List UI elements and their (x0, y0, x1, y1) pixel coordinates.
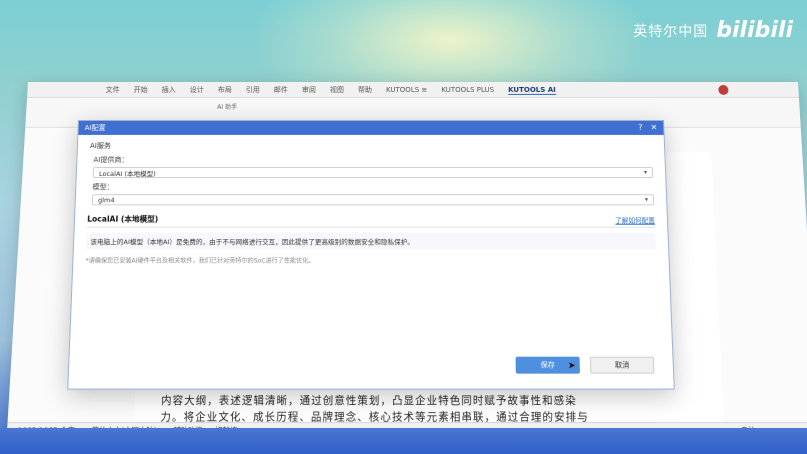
dialog-title: AI配置 (84, 123, 105, 133)
record-icon[interactable] (718, 85, 728, 95)
document-line: 内容大纲，表述逻辑清晰，通过创意性策划，凸显企业特色同时赋予故事性和感染 (161, 394, 750, 410)
help-icon[interactable]: ? (638, 123, 643, 132)
chevron-down-icon: ▾ (645, 196, 648, 203)
dialog-buttons: 保存 ➤ 取消 (516, 357, 655, 374)
provider-label: AI提供商： (93, 155, 652, 165)
tab-design[interactable]: 设计 (190, 85, 204, 95)
watermark-text: 英特尔中国 (633, 21, 708, 41)
bilibili-logo: bilibili (716, 18, 793, 43)
cancel-button[interactable]: 取消 (590, 357, 655, 374)
tab-references[interactable]: 引用 (246, 85, 260, 95)
group-label: AI服务 (90, 141, 652, 151)
tab-view[interactable]: 视图 (330, 85, 344, 95)
section-title: LocalAI (本地模型) (87, 213, 158, 224)
model-label: 模型： (92, 182, 653, 192)
tab-kutools-plus[interactable]: KUTOOLS PLUS (441, 86, 494, 94)
tab-mailings[interactable]: 邮件 (274, 85, 288, 95)
provider-select[interactable]: LocalAI (本地模型) ▾ (93, 167, 653, 178)
tab-kutools-ai[interactable]: KUTOOLS AI (508, 85, 556, 94)
tab-insert[interactable]: 插入 (161, 85, 175, 95)
ribbon-tabs: 文件 开始 插入 设计 布局 引用 邮件 审阅 视图 帮助 KUTOOLS ≡ … (105, 82, 556, 98)
tab-file[interactable]: 文件 (105, 85, 119, 95)
tab-kutools[interactable]: KUTOOLS ≡ (386, 86, 427, 94)
chevron-down-icon: ▾ (644, 169, 647, 176)
save-button[interactable]: 保存 ➤ (516, 357, 580, 374)
provider-value: LocalAI (本地模型) (99, 167, 156, 177)
watermark: 英特尔中国 bilibili (633, 18, 793, 43)
note-text: *请确保您已安装AI硬件平台及相关软件，我们已针对英特尔的SoC进行了性能优化。 (85, 255, 656, 264)
section-header: LocalAI (本地模型) 了解如何配置 (87, 213, 655, 227)
ribbon-group-label: AI 助手 (217, 102, 237, 111)
dialog-body: AI服务 AI提供商： LocalAI (本地模型) ▾ 模型： glm4 ▾ … (73, 135, 669, 271)
save-label: 保存 (540, 360, 555, 371)
model-value: glm4 (98, 196, 115, 204)
mouse-cursor-icon: ➤ (568, 361, 576, 372)
taskbar (0, 428, 807, 454)
tab-review[interactable]: 审阅 (302, 85, 316, 95)
model-select[interactable]: glm4 ▾ (92, 194, 654, 205)
tab-layout[interactable]: 布局 (218, 85, 232, 95)
ai-config-dialog: AI配置 ? ✕ AI服务 AI提供商： LocalAI (本地模型) ▾ 模型… (67, 120, 675, 390)
description-text: 该电脑上的AI模型（本地AI）是免费的，由于不与网络进行交互，因此提供了更高级别… (86, 233, 656, 249)
close-icon[interactable]: ✕ (650, 123, 657, 132)
tab-help[interactable]: 帮助 (358, 85, 372, 95)
window-controls: ? ✕ (638, 123, 657, 132)
tab-home[interactable]: 开始 (133, 85, 147, 95)
config-help-link[interactable]: 了解如何配置 (615, 214, 655, 224)
dialog-title-bar: AI配置 ? ✕ (78, 121, 663, 135)
cancel-label: 取消 (615, 360, 630, 371)
